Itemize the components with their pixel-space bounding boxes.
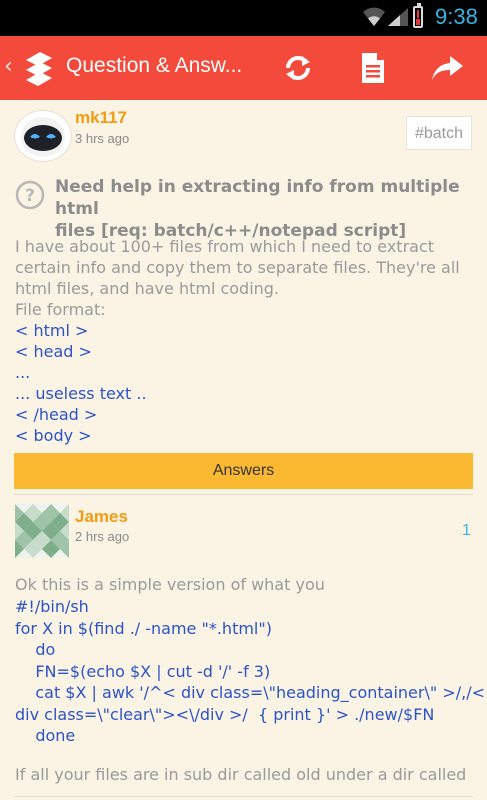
code-line: ... [15, 363, 31, 382]
app-bar: ‹ Question & Answ... [0, 36, 487, 100]
wifi-icon [363, 7, 385, 26]
question-body-line: certain info and copy them to separate f… [15, 258, 460, 277]
svg-text:?: ? [25, 186, 35, 206]
answer-footer-text: If all your files are in sub dir called … [15, 765, 467, 784]
question-body: I have about 100+ files from which I nee… [15, 236, 475, 320]
question-code: < html > < head > ... ... useless text .… [15, 320, 475, 446]
code-line: < html > [15, 321, 89, 340]
share-icon[interactable] [430, 50, 466, 86]
avatar[interactable] [15, 504, 69, 558]
avatar[interactable] [14, 110, 72, 162]
divider [14, 494, 473, 495]
battery-low-icon [413, 3, 423, 28]
question-body-line: I have about 100+ files from which I nee… [15, 237, 435, 256]
answer-username[interactable]: James [75, 507, 128, 527]
code-line: FN=$(echo $X | cut -d '/' -f 3) [15, 661, 271, 681]
question-body-line: html files, and have html coding. [15, 279, 280, 298]
code-line: do [15, 640, 56, 659]
question-title: Need help in extracting info from multip… [55, 176, 475, 242]
code-line: ... useless text .. [15, 384, 147, 403]
question-username[interactable]: mk117 [75, 108, 127, 128]
question-title-line: Need help in extracting info from multip… [55, 177, 460, 219]
answer-intro: Ok this is a simple version of what you [15, 575, 325, 594]
signal-icon [388, 8, 408, 26]
answer-time: 2 hrs ago [75, 529, 130, 544]
code-line: for X in $(find ./ -name "*.html") [15, 618, 272, 638]
question-body-line: File format: [15, 300, 106, 319]
answer-code: #!/bin/sh for X in $(find ./ -name "*.ht… [15, 596, 485, 747]
status-bar: 9:38 [0, 0, 487, 36]
document-icon[interactable] [355, 50, 391, 86]
code-line: cat $X | awk '/^< div class=\"heading_co… [15, 683, 485, 702]
code-line: < body > [15, 426, 92, 445]
back-icon[interactable]: ‹ [4, 54, 13, 79]
app-logo[interactable] [22, 48, 56, 88]
answers-header: Answers [14, 453, 473, 489]
vote-count[interactable]: 1 [462, 522, 471, 540]
refresh-icon[interactable] [280, 50, 316, 86]
code-line: < head > [15, 342, 92, 361]
code-line: done [15, 726, 76, 745]
tag-badge[interactable]: #batch [406, 116, 472, 150]
code-line: < /head > [15, 405, 98, 424]
question-icon: ? [15, 180, 45, 210]
divider [14, 796, 473, 797]
question-time: 3 hrs ago [75, 131, 130, 146]
code-line: div class=\"clear\"><\/div >/ { print }'… [15, 704, 435, 724]
clock: 9:38 [435, 4, 478, 29]
page-title: Question & Answ... [66, 54, 243, 77]
code-line: #!/bin/sh [15, 597, 89, 616]
